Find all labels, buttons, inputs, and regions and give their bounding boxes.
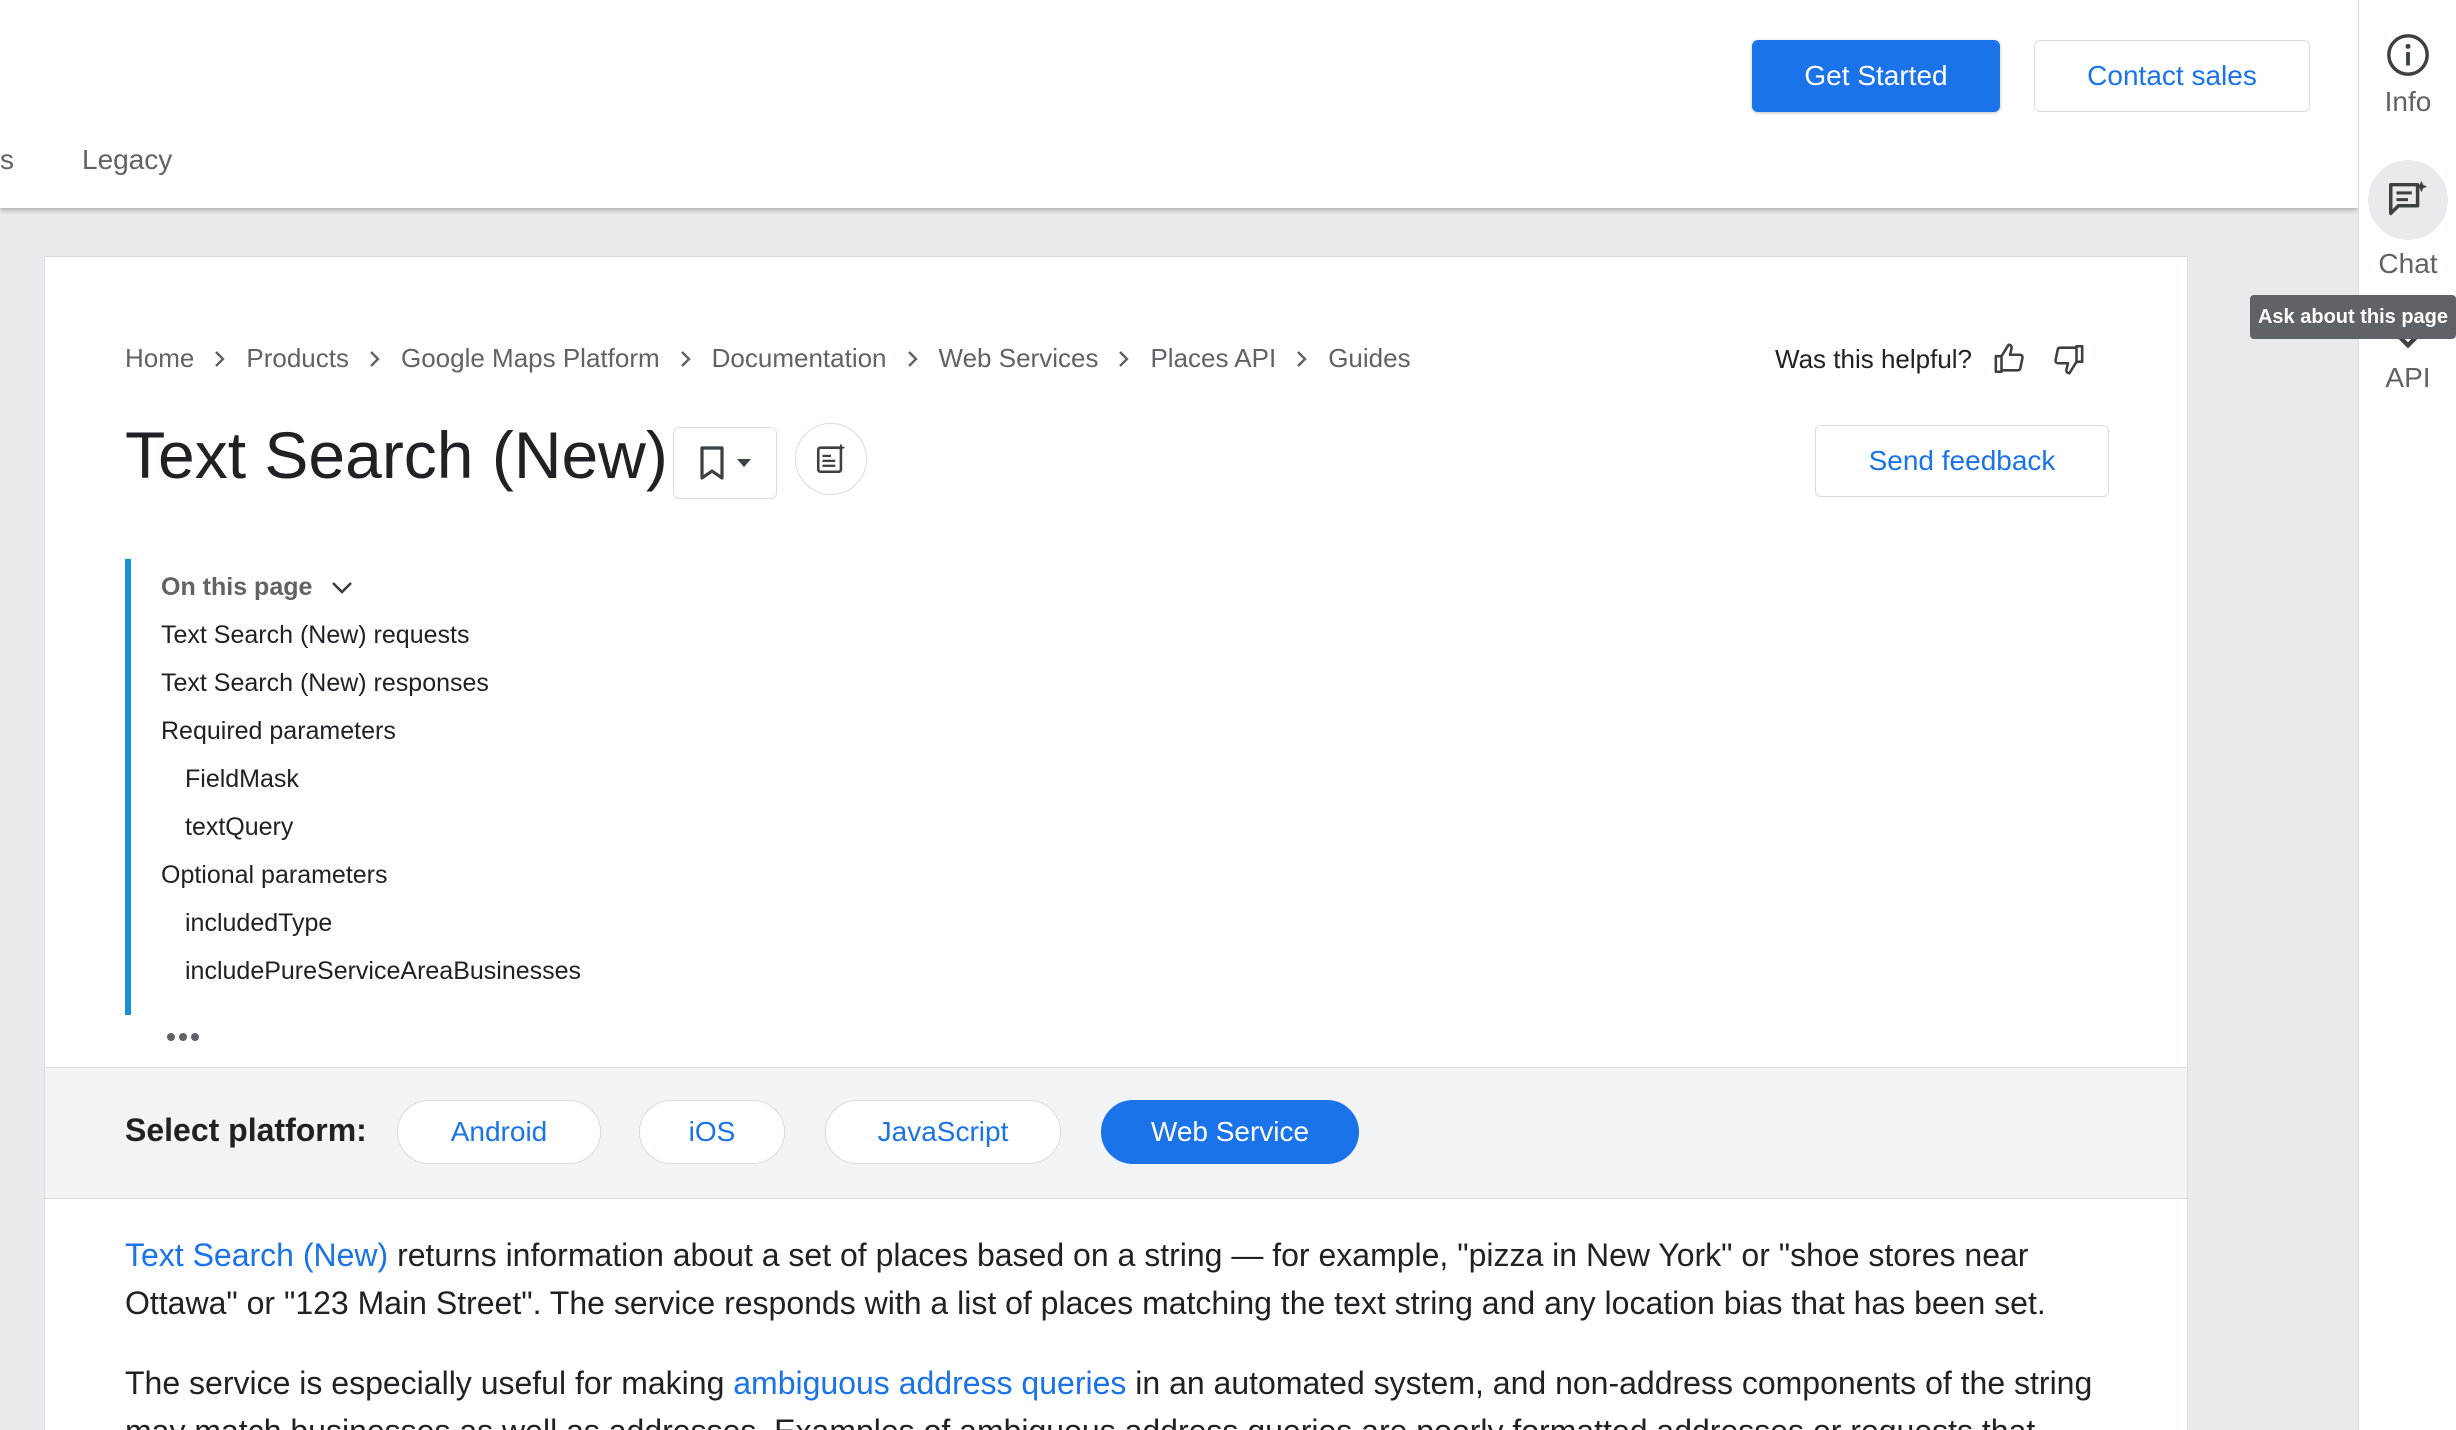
bookmark-icon [700,446,724,480]
notes-sparkle-icon [816,443,846,474]
info-icon [2387,34,2429,76]
toc-subitem[interactable]: includedType [185,909,332,938]
platform-android-button[interactable]: Android [397,1100,601,1164]
helpful-label: Was this helpful? [1775,343,1973,374]
toc-subitem[interactable]: includePureServiceAreaBusinesses [185,957,581,986]
rail-info-label: Info [2384,86,2432,117]
intro-text: returns information about a set of place… [125,1237,2046,1321]
ask-page-tooltip: Ask about this page [2250,295,2456,339]
chat-icon [2389,180,2428,216]
toc-subitem[interactable]: textQuery [185,813,293,842]
rail-api-label: API [2385,362,2431,393]
right-rail: Info Chat API [2358,0,2456,1430]
toc-item[interactable]: Optional parameters [161,861,388,890]
platform-ios-button[interactable]: iOS [639,1100,785,1164]
breadcrumb-products[interactable]: Products [246,343,349,374]
chevron-right-icon [1276,349,1328,369]
rail-api-button[interactable]: API [2359,330,2456,394]
ambiguous-queries-link[interactable]: ambiguous address queries [733,1365,1126,1401]
chevron-down-icon [332,581,353,594]
chevron-right-icon [660,349,712,369]
rail-chat-label: Chat [2378,248,2438,279]
breadcrumb-google-maps-platform[interactable]: Google Maps Platform [401,343,660,374]
nav-tab-legacy[interactable]: Legacy [82,144,172,176]
intro-paragraph: Text Search (New) returns information ab… [125,1231,2125,1327]
breadcrumb-web-services[interactable]: Web Services [939,343,1099,374]
toc-heading: On this page [161,573,313,601]
toc-subitem[interactable]: FieldMask [185,765,299,794]
notes-button[interactable] [795,423,867,495]
get-started-button[interactable]: Get Started [1752,40,2000,112]
nav-tab-partial[interactable]: s [0,144,14,176]
chevron-right-icon [194,349,246,369]
platform-selector: Select platform: Android iOS JavaScript … [45,1067,2187,1199]
platform-web-service-button[interactable]: Web Service [1101,1100,1359,1164]
chevron-right-icon [1098,349,1150,369]
caret-down-icon [737,459,751,467]
breadcrumb-home[interactable]: Home [125,343,194,374]
bookmark-button[interactable] [673,427,777,499]
page-title: Text Search (New) [125,418,668,492]
text-search-link[interactable]: Text Search (New) [125,1237,388,1273]
breadcrumb-places-api[interactable]: Places API [1150,343,1276,374]
platform-javascript-button[interactable]: JavaScript [825,1100,1061,1164]
send-feedback-button[interactable]: Send feedback [1815,425,2109,497]
top-header: s Legacy Get Started Contact sales [0,0,2358,208]
contact-sales-button[interactable]: Contact sales [2034,40,2310,112]
thumbs-up-icon[interactable] [1990,339,2030,379]
toc-more-icon[interactable] [167,1033,199,1041]
chat-icon-circle [2368,160,2448,240]
toc-item[interactable]: Text Search (New) requests [161,621,469,650]
breadcrumb-guides[interactable]: Guides [1328,343,1410,374]
breadcrumb: Home Products Google Maps Platform Docum… [125,343,1411,374]
breadcrumb-documentation[interactable]: Documentation [712,343,887,374]
platform-label: Select platform: [125,1112,367,1148]
thumbs-down-icon[interactable] [2048,339,2088,379]
content-card: Home Products Google Maps Platform Docum… [44,256,2188,1430]
toc-item[interactable]: Text Search (New) responses [161,669,489,698]
rail-chat-button[interactable]: Chat [2359,160,2456,280]
table-of-contents: On this page Text Search (New) requests … [125,559,825,1041]
chevron-right-icon [887,349,939,369]
usage-text-start: The service is especially useful for mak… [125,1365,734,1401]
toc-toggle[interactable]: On this page [161,573,354,602]
rail-info-button[interactable]: Info [2359,32,2456,118]
usage-paragraph: The service is especially useful for mak… [125,1359,2125,1430]
helpful-widget: Was this helpful? [1775,339,2088,379]
chevron-right-icon [349,349,401,369]
toc-item[interactable]: Required parameters [161,717,396,746]
